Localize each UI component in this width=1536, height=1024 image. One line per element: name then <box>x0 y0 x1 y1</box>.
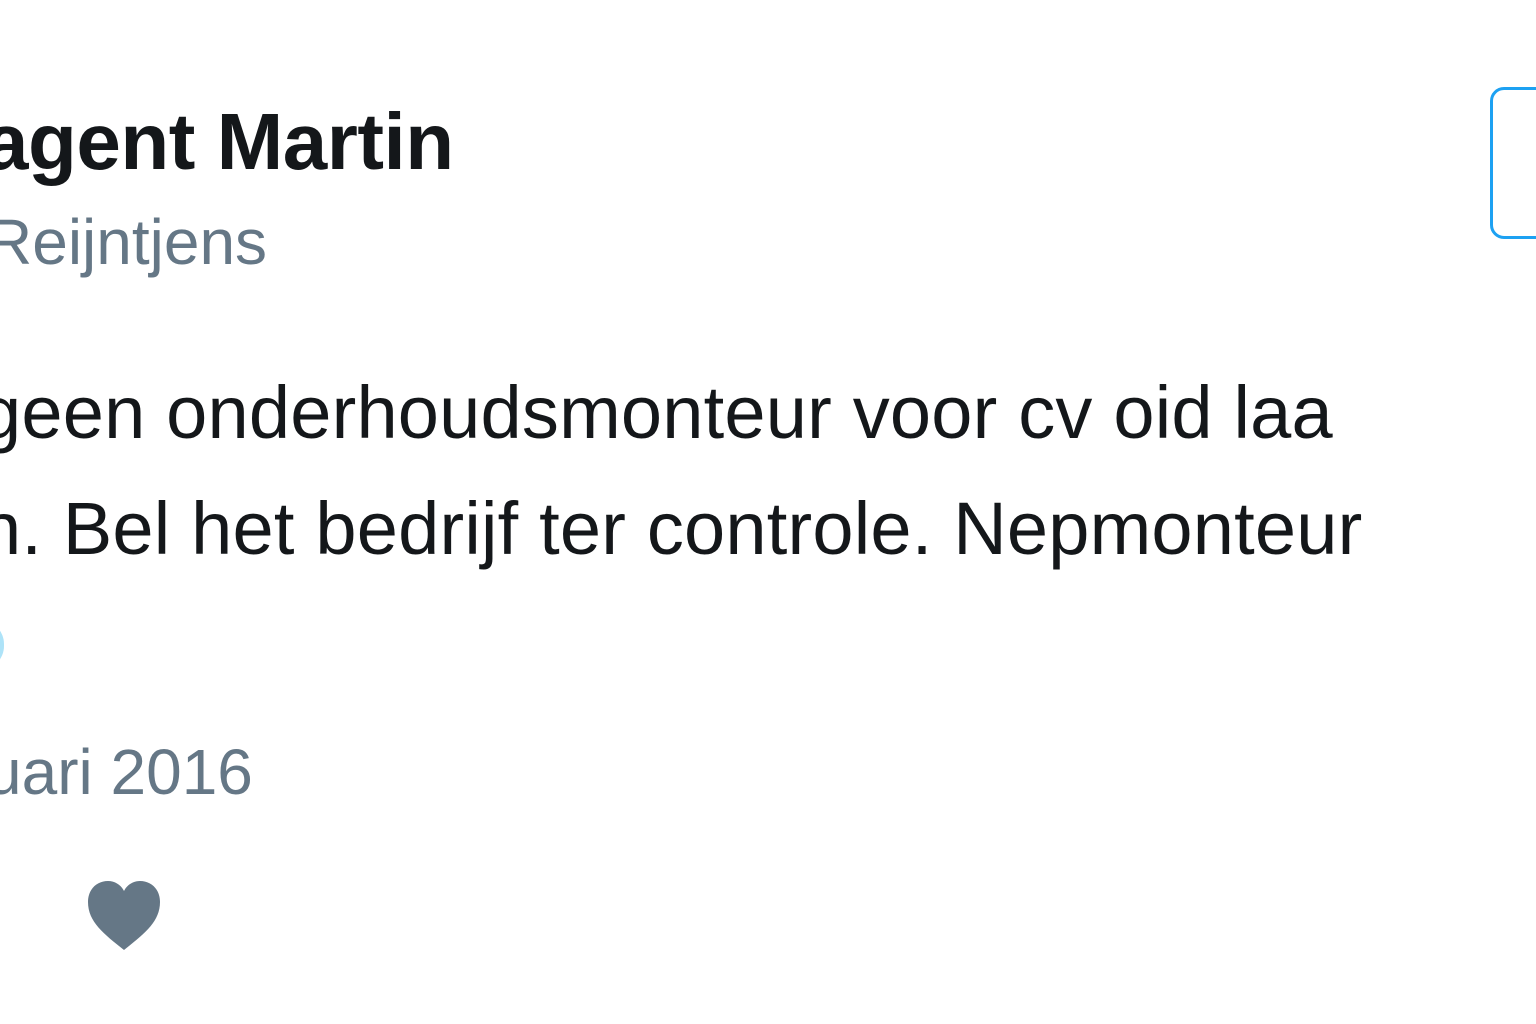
tweet-timestamp[interactable]: uari 2016 <box>0 735 253 809</box>
tweet-link-fragment[interactable] <box>0 620 4 670</box>
tweet-card: agent Martin Reijntjens geen onderhoudsm… <box>0 0 1536 1024</box>
tweet-text-line: n. Bel het bedrijf ter controle. Nepmont… <box>0 487 1363 570</box>
follow-button[interactable] <box>1490 87 1536 239</box>
heart-icon <box>88 881 160 950</box>
author-handle[interactable]: Reijntjens <box>0 205 267 279</box>
author-display-name[interactable]: agent Martin <box>0 96 454 188</box>
like-button[interactable] <box>84 878 164 952</box>
tweet-text-line: geen onderhoudsmonteur voor cv oid laa <box>0 371 1333 454</box>
